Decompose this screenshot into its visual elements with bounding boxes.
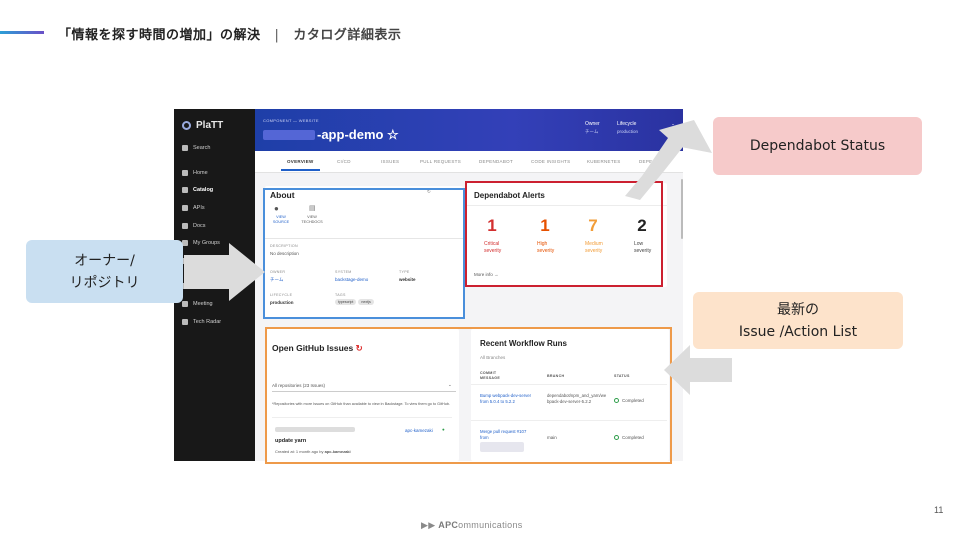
tab-code-insights[interactable]: CODE INSIGHTS (531, 159, 570, 164)
sidebar-item-label: Docs (193, 223, 206, 229)
radar-icon (182, 319, 188, 325)
tab-cicd[interactable]: CI/CD (337, 159, 351, 164)
entity-title-text: -app-demo ☆ (317, 127, 399, 142)
sidebar-item-docs[interactable]: Docs (182, 223, 206, 229)
sidebar-item-label: Catalog (193, 187, 214, 193)
more-menu-icon[interactable]: ⋮ (669, 123, 677, 132)
docs-icon (182, 223, 188, 229)
issue-callout-line2: Issue /Action List (738, 323, 858, 340)
sidebar: PlaTT Search Home Catalog APIs Docs My G… (174, 109, 255, 461)
owner-callout-line1: オーナー/ (74, 252, 135, 269)
scrollbar[interactable] (681, 179, 683, 239)
sidebar-item-label: Tech Radar (193, 319, 222, 325)
app-logo[interactable]: PlaTT (182, 120, 223, 131)
sidebar-item-label: APIs (193, 205, 205, 211)
lifecycle-label: Lifecycle (617, 121, 637, 127)
dependabot-callout-text: Dependabot Status (749, 138, 886, 154)
tab-pull-requests[interactable]: PULL REQUESTS (420, 159, 461, 164)
tab-issues[interactable]: ISSUES (381, 159, 399, 164)
sidebar-item-apis[interactable]: APIs (182, 205, 205, 211)
owner-repo-callout: オーナー/リポジトリ (26, 240, 183, 303)
slide-title-main: 「情報を探す時間の増加」の解決 (58, 28, 261, 43)
logo-icon (182, 121, 191, 130)
slide-subtitle: カタログ詳細表示 (293, 28, 402, 43)
footer-brand-bold: APC (438, 520, 459, 530)
footer-arrows-icon: ▶▶ (421, 520, 436, 530)
sidebar-item-label: Home (193, 170, 208, 176)
sidebar-item-label: Web (193, 283, 205, 289)
tab-overview[interactable]: OVERVIEW (281, 159, 320, 171)
breadcrumb[interactable]: COMPONENT — WEBSITE (263, 118, 319, 123)
about-highlight-box (263, 188, 465, 319)
header-owner: Owner チーム (585, 121, 600, 135)
tab-dependencies[interactable]: DEPENDEN (639, 159, 666, 164)
sidebar-item-meeting[interactable]: Meeting (182, 301, 213, 307)
footer-brand-rest: ommunications (458, 520, 523, 530)
entity-tabs: OVERVIEW CI/CD ISSUES PULL REQUESTS DEPE… (255, 151, 683, 173)
sidebar-search[interactable]: Search (182, 145, 210, 151)
entity-header: COMPONENT — WEBSITE -app-demo ☆ Owner チーム… (255, 109, 683, 151)
footer-logo: ▶▶ APCommunications (421, 520, 523, 531)
tab-kubernetes[interactable]: KUBERNETES (587, 159, 621, 164)
lifecycle-value: production (617, 129, 639, 134)
owner-callout-line2: リポジトリ (69, 274, 140, 291)
slide-title: 「情報を探す時間の増加」の解決 | カタログ詳細表示 (58, 24, 401, 43)
tab-dependabot[interactable]: DEPENDABOT (479, 159, 513, 164)
issue-callout-line1: 最新の (776, 301, 819, 318)
catalog-icon (182, 187, 188, 193)
home-icon (182, 170, 188, 176)
sidebar-item-my-groups[interactable]: My Groups (182, 240, 220, 246)
title-separator: | (274, 28, 280, 43)
sidebar-item-gi[interactable]: Gi... (182, 258, 203, 264)
sidebar-item-web[interactable]: Web (182, 283, 204, 289)
redacted-name (263, 130, 315, 140)
sidebar-item-home[interactable]: Home (182, 170, 208, 176)
owner-value[interactable]: チーム (585, 129, 600, 135)
sidebar-item-tech-radar[interactable]: Tech Radar (182, 319, 221, 325)
page-number: 11 (934, 505, 944, 515)
owner-label: Owner (585, 121, 600, 127)
meeting-icon (182, 301, 188, 307)
sidebar-item-label: Gi... (193, 258, 204, 264)
search-icon (182, 145, 188, 151)
entity-title: -app-demo ☆ (263, 127, 399, 143)
dependabot-callout: Dependabot Status (713, 117, 922, 175)
sidebar-item-catalog[interactable]: Catalog (182, 187, 213, 193)
dependabot-highlight-box (465, 181, 663, 287)
sidebar-item-label: My Groups (193, 240, 220, 246)
issue-action-callout: 最新の Issue /Action List (693, 292, 903, 349)
issue-callout-text: 最新の Issue /Action List (739, 299, 857, 343)
sidebar-item-label: Meeting (193, 301, 213, 307)
sidebar-search-label: Search (193, 145, 211, 151)
title-accent-line (0, 31, 44, 34)
issues-highlight-box (265, 327, 672, 464)
logo-text: PlaTT (196, 120, 224, 131)
apis-icon (182, 205, 188, 211)
header-lifecycle: Lifecycle production (617, 121, 638, 134)
owner-callout-text: オーナー/リポジトリ (70, 250, 140, 294)
